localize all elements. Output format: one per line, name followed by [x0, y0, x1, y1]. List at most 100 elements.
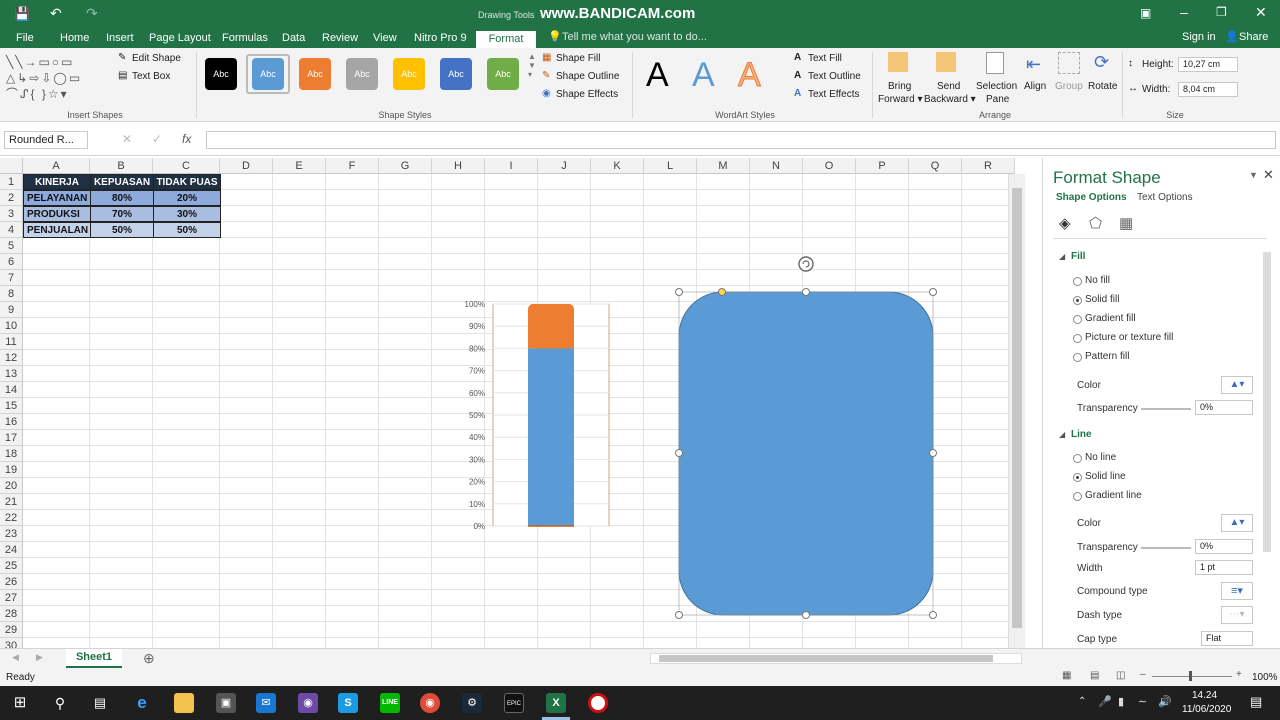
row-header-14[interactable]: 14 — [0, 382, 23, 398]
fill-radio[interactable] — [1073, 315, 1082, 324]
page-break-view-icon[interactable]: ◫ — [1116, 670, 1125, 681]
row-header-24[interactable]: 24 — [0, 542, 23, 558]
pane-scrollbar[interactable] — [1263, 252, 1271, 552]
handle-top-left[interactable] — [675, 288, 683, 296]
sheet-nav-right-icon[interactable]: ▶ — [36, 652, 43, 663]
column-header-c[interactable]: C — [153, 158, 220, 174]
dash-type-button[interactable]: ⋯▾ — [1221, 606, 1253, 624]
line-transparency-slider[interactable] — [1141, 547, 1191, 549]
volume-icon[interactable]: 🔊 — [1158, 695, 1172, 708]
fill-option-label[interactable]: Picture or texture fill — [1085, 332, 1173, 343]
stacked-column-chart[interactable]: 0% 10% 20% 30% 40% 50% 60% 70% 80% 90% 100% — [455, 298, 615, 538]
mic-icon[interactable]: 🎤 — [1098, 695, 1112, 708]
rotate-handle-icon[interactable] — [798, 256, 814, 272]
tab-review[interactable]: Review — [316, 30, 364, 48]
row-header-22[interactable]: 22 — [0, 510, 23, 526]
vertical-scrollbar[interactable] — [1008, 174, 1025, 648]
column-header-l[interactable]: L — [644, 158, 697, 174]
row-header-18[interactable]: 18 — [0, 446, 23, 462]
edit-shape-button[interactable]: Edit Shape — [132, 53, 181, 64]
row-header-12[interactable]: 12 — [0, 350, 23, 366]
text-box-button[interactable]: Text Box — [132, 71, 170, 82]
column-header-e[interactable]: E — [273, 158, 326, 174]
table-cell[interactable]: 70% — [90, 206, 154, 222]
horizontal-scrollbar[interactable] — [650, 653, 1022, 664]
column-header-a[interactable]: A — [23, 158, 90, 174]
table-cell[interactable]: PENJUALAN — [23, 222, 91, 238]
file-explorer-icon[interactable] — [174, 693, 194, 713]
fill-option-label[interactable]: Gradient fill — [1085, 313, 1136, 324]
shape-outline-button[interactable]: Shape Outline — [556, 71, 619, 82]
minimize-icon[interactable]: – — [1180, 4, 1188, 20]
selection-pane-line2[interactable]: Pane — [986, 94, 1009, 105]
tab-page-layout[interactable]: Page Layout — [143, 30, 217, 48]
worksheet[interactable]: ABCDEFGHIJKLMNOPQR 1 2 3 4 5 6 7 8 9 10 11 12 13 14 15… — [0, 158, 1025, 648]
shape-style-swatch[interactable]: Abc — [299, 58, 331, 90]
select-all-corner[interactable] — [0, 158, 23, 174]
battery-icon[interactable]: ▮ — [1118, 695, 1124, 708]
row-header-2[interactable]: 2 — [0, 190, 23, 206]
tab-insert[interactable]: Insert — [100, 30, 140, 48]
row-header-11[interactable]: 11 — [0, 334, 23, 350]
tab-formulas[interactable]: Formulas — [216, 30, 274, 48]
fill-option-label[interactable]: Pattern fill — [1085, 351, 1129, 362]
table-cell[interactable]: 80% — [90, 190, 154, 206]
column-header-i[interactable]: I — [485, 158, 538, 174]
row-header-13[interactable]: 13 — [0, 366, 23, 382]
zoom-slider-thumb[interactable] — [1189, 671, 1192, 681]
formula-input[interactable] — [206, 131, 1276, 149]
column-header-n[interactable]: N — [750, 158, 803, 174]
row-header-25[interactable]: 25 — [0, 558, 23, 574]
column-header-f[interactable]: F — [326, 158, 379, 174]
line-section-header[interactable]: Line — [1071, 429, 1092, 440]
text-effects-button[interactable]: Text Effects — [808, 89, 860, 100]
zoom-slider[interactable] — [1152, 676, 1232, 677]
tab-home[interactable]: Home — [54, 30, 95, 48]
tab-format[interactable]: Format — [476, 31, 536, 48]
bring-forward-line1[interactable]: Bring — [888, 81, 911, 92]
fill-transparency-slider[interactable] — [1141, 408, 1191, 410]
sheet-tab-sheet1[interactable]: Sheet1 — [66, 649, 122, 668]
fill-option-label[interactable]: Solid fill — [1085, 294, 1119, 305]
tray-chevron-icon[interactable]: ⌃ — [1078, 696, 1086, 707]
table-cell[interactable]: PELAYANAN — [23, 190, 91, 206]
line-collapse-icon[interactable]: ◢ — [1059, 430, 1065, 439]
tab-text-options[interactable]: Text Options — [1137, 192, 1193, 203]
column-header-m[interactable]: M — [697, 158, 750, 174]
fill-collapse-icon[interactable]: ◢ — [1059, 252, 1065, 261]
zoom-out-icon[interactable]: – — [1140, 669, 1146, 680]
row-header-20[interactable]: 20 — [0, 478, 23, 494]
fill-section-header[interactable]: Fill — [1071, 251, 1085, 262]
wordart-orange[interactable]: A — [738, 56, 762, 95]
height-input[interactable]: 10,27 cm — [1178, 57, 1238, 72]
table-cell[interactable]: 50% — [153, 222, 221, 238]
effects-icon[interactable]: ⬠ — [1089, 214, 1102, 232]
pane-options-icon[interactable]: ▼ — [1249, 170, 1258, 180]
windows-start-icon[interactable]: ⊞ — [10, 693, 30, 713]
column-header-k[interactable]: K — [591, 158, 644, 174]
handle-right[interactable] — [929, 449, 937, 457]
photos-icon[interactable]: ◉ — [298, 693, 318, 713]
close-icon[interactable]: ✕ — [1255, 4, 1267, 21]
handle-left[interactable] — [675, 449, 683, 457]
table-cell[interactable]: PRODUKSI — [23, 206, 91, 222]
row-header-30[interactable]: 30 — [0, 638, 23, 648]
gallery-scroll-icon[interactable]: ▲ ▼ ▾ — [528, 52, 536, 79]
row-header-16[interactable]: 16 — [0, 414, 23, 430]
tab-file[interactable]: File — [10, 30, 40, 48]
handle-top[interactable] — [802, 288, 810, 296]
compound-type-button[interactable]: ≡▾ — [1221, 582, 1253, 600]
table-cell[interactable]: 50% — [90, 222, 154, 238]
column-header-q[interactable]: Q — [909, 158, 962, 174]
line-option-label[interactable]: No line — [1085, 452, 1116, 463]
undo-icon[interactable]: ↶ — [50, 5, 62, 22]
send-backward-line2[interactable]: Backward ▾ — [924, 94, 976, 105]
column-header-o[interactable]: O — [803, 158, 856, 174]
table-cell[interactable]: 20% — [153, 190, 221, 206]
task-view-icon[interactable]: ▤ — [90, 693, 110, 713]
wordart-black[interactable]: A — [646, 56, 669, 95]
fill-color-button[interactable]: ▲▾ — [1221, 376, 1253, 394]
fill-option-label[interactable]: No fill — [1085, 275, 1110, 286]
row-header-10[interactable]: 10 — [0, 318, 23, 334]
wifi-icon[interactable]: ∼ — [1138, 695, 1147, 708]
